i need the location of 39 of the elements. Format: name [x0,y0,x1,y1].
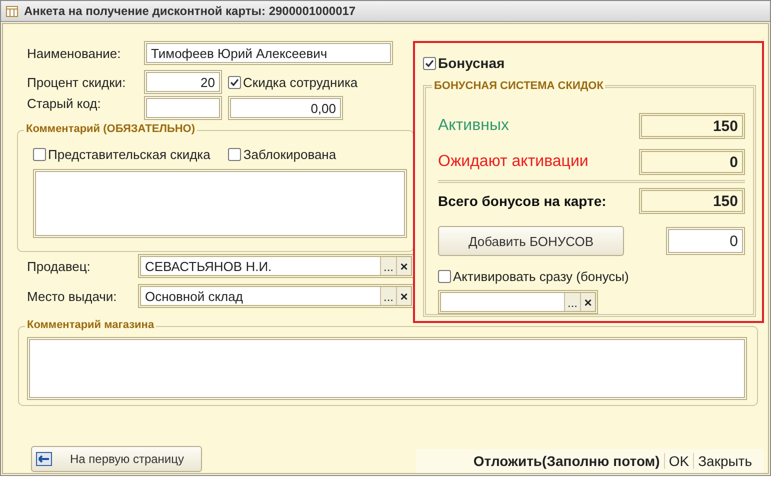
back-arrow-icon [36,452,52,466]
checkbox[interactable]: Активировать сразу (бонусы) [438,269,745,284]
action-button[interactable]: Отложить(Заполню потом) [469,453,664,469]
field-label: Место выдачи: [26,288,118,304]
checkmark-icon [425,58,434,68]
table-icon [6,6,18,16]
group-title: Комментарий магазина [25,319,156,331]
discount-field[interactable]: 20 [144,70,222,94]
bonus-select-field[interactable]: ... × [438,290,598,314]
name-field[interactable]: Тимофеев Юрий Алексеевич [144,41,393,65]
field-label: Продавец: [26,258,92,274]
action-button[interactable]: Закрыть [693,453,756,469]
checkbox[interactable]: Бонусная [423,55,756,71]
comment-textarea[interactable] [33,169,407,238]
old-code-field[interactable] [144,96,222,120]
checkbox[interactable]: Скидка сотрудника [228,74,358,90]
group-title: Комментарий (ОБЯЗАТЕЛЬНО) [24,123,198,135]
bonus-label: Ожидают активации [438,153,588,171]
field-label: Наименование: [26,46,122,60]
checkbox[interactable]: Заблокирована [228,147,336,162]
bonus-value: 150 [639,113,745,139]
first-page-button[interactable]: На первую страницу [31,446,202,472]
amount-field[interactable]: 0,00 [228,96,343,120]
checkbox[interactable]: Представительская скидка [33,147,210,162]
issue-place-field[interactable]: Основной склад ... × [138,284,414,308]
add-bonus-button[interactable]: Добавить БОНУСОВ [438,226,624,256]
checkmark-icon [230,78,239,86]
store-comment-textarea[interactable] [27,337,747,400]
total-label: Всего бонусов на карте: [438,193,606,209]
bonus-value: 0 [639,149,745,175]
field-label: Старый код: [26,96,102,111]
action-button[interactable]: OK [664,453,694,469]
total-value: 150 [639,188,745,214]
window-title: Анкета на получение дисконтной карты: 2900001000017 [24,4,356,18]
group-title: БОНУСНАЯ СИСТЕМА СКИДОК [432,80,606,92]
seller-field[interactable]: СЕВАСТЬЯНОВ Н.И. ... × [138,254,414,278]
bonus-amount-field[interactable]: 0 [666,227,745,255]
field-label: Процент скидки: [26,74,127,90]
bonus-label: Активных [438,117,509,135]
